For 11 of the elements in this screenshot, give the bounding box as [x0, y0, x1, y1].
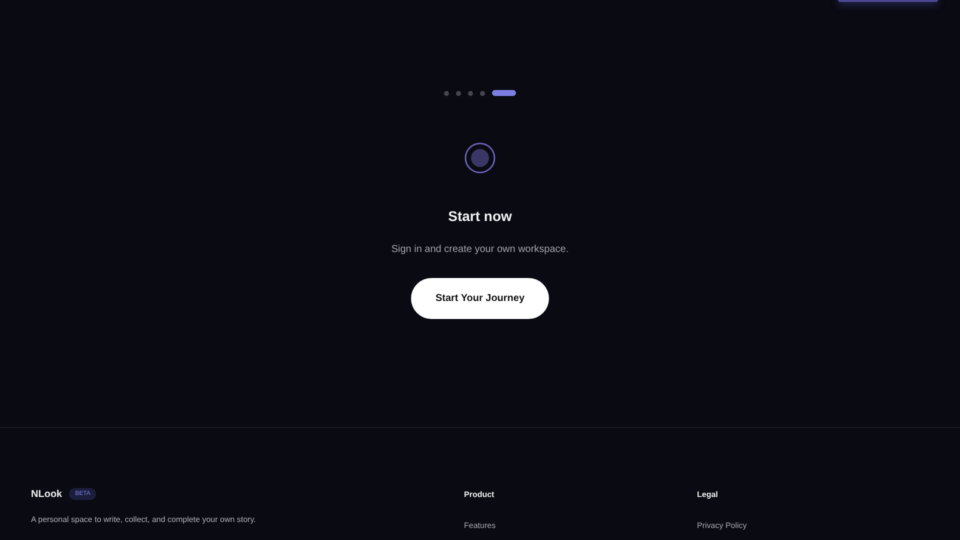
column-heading: Product [464, 490, 494, 499]
heading: Start now [448, 208, 512, 224]
footer-link[interactable]: Features [464, 521, 496, 530]
brand-name: NLook [31, 488, 62, 500]
start-button[interactable]: Start Your Journey [411, 278, 549, 319]
step-indicator[interactable] [492, 90, 516, 96]
tagline: A personal space to write, collect, and complete your own story. [31, 515, 257, 524]
subtitle: Sign in and create your own workspace. [391, 244, 569, 255]
circle-icon [464, 142, 496, 174]
column-heading: Legal [697, 490, 718, 499]
footer-link[interactable]: Privacy Policy [697, 521, 747, 530]
